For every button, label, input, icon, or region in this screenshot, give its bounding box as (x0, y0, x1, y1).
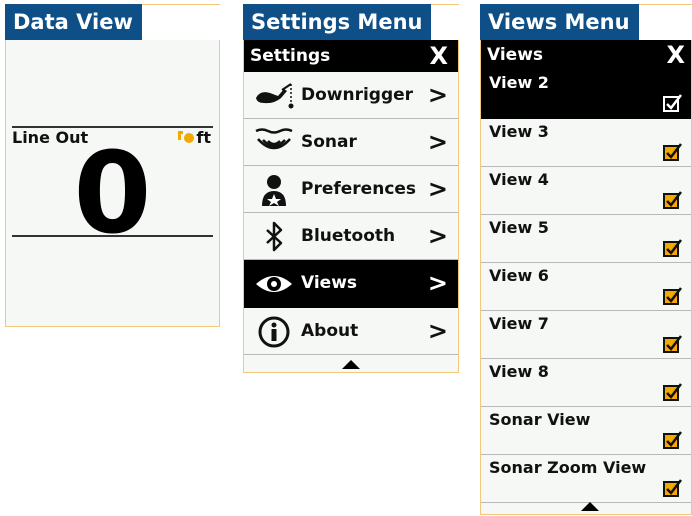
settings-item-downrigger[interactable]: Downrigger > (244, 72, 458, 119)
chevron-right-icon: > (427, 81, 448, 109)
checkbox-checked-icon[interactable] (663, 479, 683, 497)
scroll-up-icon[interactable] (581, 502, 599, 511)
sonar-icon (255, 128, 293, 150)
scroll-up-icon[interactable] (342, 360, 360, 369)
checkbox-checked-icon[interactable] (663, 287, 683, 305)
views-item-view-5[interactable]: View 5 (481, 215, 691, 263)
bluetooth-icon (266, 221, 283, 252)
panel-title: Data View (5, 4, 142, 40)
close-button[interactable]: X (429, 40, 448, 72)
settings-item-label: Downrigger (301, 85, 414, 105)
preferences-icon (262, 175, 286, 206)
views-item-sonar-view[interactable]: Sonar View (481, 407, 691, 455)
views-item-view-7[interactable]: View 7 (481, 311, 691, 359)
view-item-label: Sonar Zoom View (489, 458, 647, 477)
settings-item-label: Preferences (301, 179, 417, 199)
checkbox-checked-icon[interactable] (663, 431, 683, 449)
checkbox-checked-icon[interactable] (663, 239, 683, 257)
settings-item-about[interactable]: About > (244, 308, 458, 355)
view-item-label: View 7 (489, 314, 549, 333)
views-item-view-3[interactable]: View 3 (481, 119, 691, 167)
settings-item-bluetooth[interactable]: Bluetooth > (244, 213, 458, 260)
frame-top-border (135, 4, 220, 5)
line-out-value: 0 (73, 129, 152, 259)
close-button[interactable]: X (666, 40, 685, 70)
chevron-right-icon: > (427, 128, 448, 156)
chevron-right-icon: > (427, 175, 448, 203)
settings-item-label: Views (301, 273, 358, 293)
views-item-sonar-zoom-view[interactable]: Sonar Zoom View (481, 455, 691, 503)
views-item-view-4[interactable]: View 4 (481, 167, 691, 215)
chevron-right-icon: > (427, 269, 448, 297)
settings-item-views[interactable]: Views > (244, 260, 458, 308)
data-view-panel: Line Out ft 0 Data View (5, 4, 220, 327)
views-menu-panel: Views Menu Views X View 2 View 3 View 4 … (480, 4, 692, 515)
view-item-label: View 2 (489, 73, 549, 92)
settings-menu-panel: Settings Menu Settings X Downrigger > So… (243, 4, 459, 373)
settings-header-title: Settings (250, 46, 331, 66)
view-item-label: View 8 (489, 362, 549, 381)
views-item-view-6[interactable]: View 6 (481, 263, 691, 311)
downrigger-icon (256, 83, 294, 109)
panel-title: Views Menu (480, 4, 639, 40)
checkbox-checked-icon[interactable] (663, 191, 683, 209)
settings-item-label: Sonar (301, 132, 357, 152)
view-item-label: View 4 (489, 170, 549, 189)
view-item-label: View 3 (489, 122, 549, 141)
info-icon (258, 316, 290, 348)
chevron-right-icon: > (427, 222, 448, 250)
data-view-frame: Line Out ft 0 (5, 40, 220, 327)
settings-header: Settings X (244, 40, 458, 72)
settings-item-preferences[interactable]: Preferences > (244, 166, 458, 213)
view-item-label: View 6 (489, 266, 549, 285)
panel-title: Settings Menu (243, 4, 432, 40)
checkbox-checked-icon[interactable] (663, 383, 683, 401)
bottom-divider (12, 235, 213, 237)
eye-icon (256, 276, 292, 292)
views-header: Views X (481, 40, 691, 70)
views-item-view-8[interactable]: View 8 (481, 359, 691, 407)
view-item-label: View 5 (489, 218, 549, 237)
view-item-label: Sonar View (489, 410, 591, 429)
settings-item-sonar[interactable]: Sonar > (244, 119, 458, 166)
views-item-view-2[interactable]: View 2 (481, 70, 691, 119)
checkbox-checked-icon[interactable] (663, 335, 683, 353)
checkbox-checked-icon[interactable] (663, 94, 683, 112)
views-header-title: Views (487, 45, 544, 65)
checkbox-checked-icon[interactable] (663, 143, 683, 161)
settings-item-label: About (301, 321, 359, 341)
settings-item-label: Bluetooth (301, 226, 396, 246)
chevron-right-icon: > (427, 317, 448, 345)
